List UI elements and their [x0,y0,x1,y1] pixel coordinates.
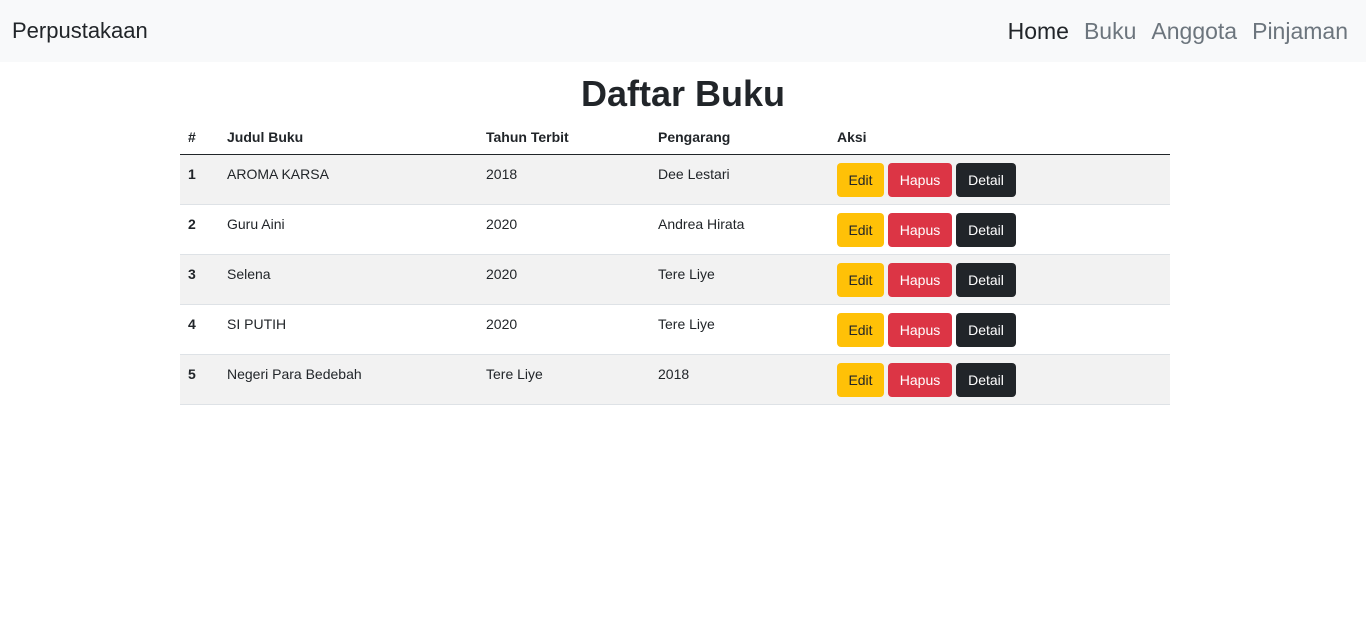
hapus-button[interactable]: Hapus [888,312,952,347]
table-header: # Judul Buku Tahun Terbit Pengarang Aksi [180,120,1170,155]
row-number: 2 [180,204,219,255]
row-pengarang: Tere Liye [650,254,829,305]
row-judul: AROMA KARSA [219,154,478,205]
edit-button[interactable]: Edit [837,362,884,397]
navbar: Perpustakaan Home Buku Anggota Pinjaman [0,0,1366,62]
detail-button[interactable]: Detail [956,262,1016,297]
row-pengarang: Andrea Hirata [650,204,829,255]
header-pengarang: Pengarang [650,120,829,155]
row-tahun: 2020 [478,254,650,305]
hapus-button[interactable]: Hapus [888,162,952,197]
row-tahun: 2018 [478,154,650,205]
table-row: 5 Negeri Para Bedebah Tere Liye 2018 Edi… [180,354,1170,405]
row-judul: Negeri Para Bedebah [219,354,478,405]
header-aksi: Aksi [829,120,1170,155]
row-actions: Edit Hapus Detail [829,154,1170,205]
edit-button[interactable]: Edit [837,262,884,297]
row-tahun: 2020 [478,204,650,255]
row-actions: Edit Hapus Detail [829,204,1170,255]
page-title: Daftar Buku [580,73,786,114]
table-body: 1 AROMA KARSA 2018 Dee Lestari Edit Hapus… [180,154,1170,405]
row-judul: SI PUTIH [219,304,478,355]
table-row: 2 Guru Aini 2020 Andrea Hirata Edit Hapus… [180,204,1170,255]
row-pengarang: Dee Lestari [650,154,829,205]
nav-link-buku[interactable]: Buku [1084,17,1136,45]
detail-button[interactable]: Detail [956,362,1016,397]
table-header-row: # Judul Buku Tahun Terbit Pengarang Aksi [180,120,1170,155]
row-number: 4 [180,304,219,355]
navbar-brand[interactable]: Perpustakaan [12,17,148,45]
edit-button[interactable]: Edit [837,312,884,347]
header-tahun-terbit: Tahun Terbit [478,120,650,155]
hapus-button[interactable]: Hapus [888,262,952,297]
row-tahun: Tere Liye [478,354,650,405]
nav-link-pinjaman[interactable]: Pinjaman [1252,17,1348,45]
table-row: 1 AROMA KARSA 2018 Dee Lestari Edit Hapus… [180,154,1170,205]
hapus-button[interactable]: Hapus [888,362,952,397]
table-row: 4 SI PUTIH 2020 Tere Liye Edit Hapus Detai… [180,304,1170,355]
row-number: 1 [180,154,219,205]
detail-button[interactable]: Detail [956,212,1016,247]
nav-link-home[interactable]: Home [1008,17,1069,45]
row-number: 3 [180,254,219,305]
books-table: # Judul Buku Tahun Terbit Pengarang Aksi… [180,120,1170,405]
row-pengarang: 2018 [650,354,829,405]
nav-links: Home Buku Anggota Pinjaman [993,17,1348,45]
detail-button[interactable]: Detail [956,312,1016,347]
row-judul: Guru Aini [219,204,478,255]
edit-button[interactable]: Edit [837,162,884,197]
row-actions: Edit Hapus Detail [829,254,1170,305]
table-row: 3 Selena 2020 Tere Liye Edit Hapus Detail [180,254,1170,305]
row-number: 5 [180,354,219,405]
row-judul: Selena [219,254,478,305]
detail-button[interactable]: Detail [956,162,1016,197]
row-actions: Edit Hapus Detail [829,304,1170,355]
row-pengarang: Tere Liye [650,304,829,355]
row-actions: Edit Hapus Detail [829,354,1170,405]
hapus-button[interactable]: Hapus [888,212,952,247]
row-tahun: 2020 [478,304,650,355]
header-number: # [180,120,219,155]
nav-link-anggota[interactable]: Anggota [1151,17,1237,45]
header-judul-buku: Judul Buku [219,120,478,155]
edit-button[interactable]: Edit [837,212,884,247]
